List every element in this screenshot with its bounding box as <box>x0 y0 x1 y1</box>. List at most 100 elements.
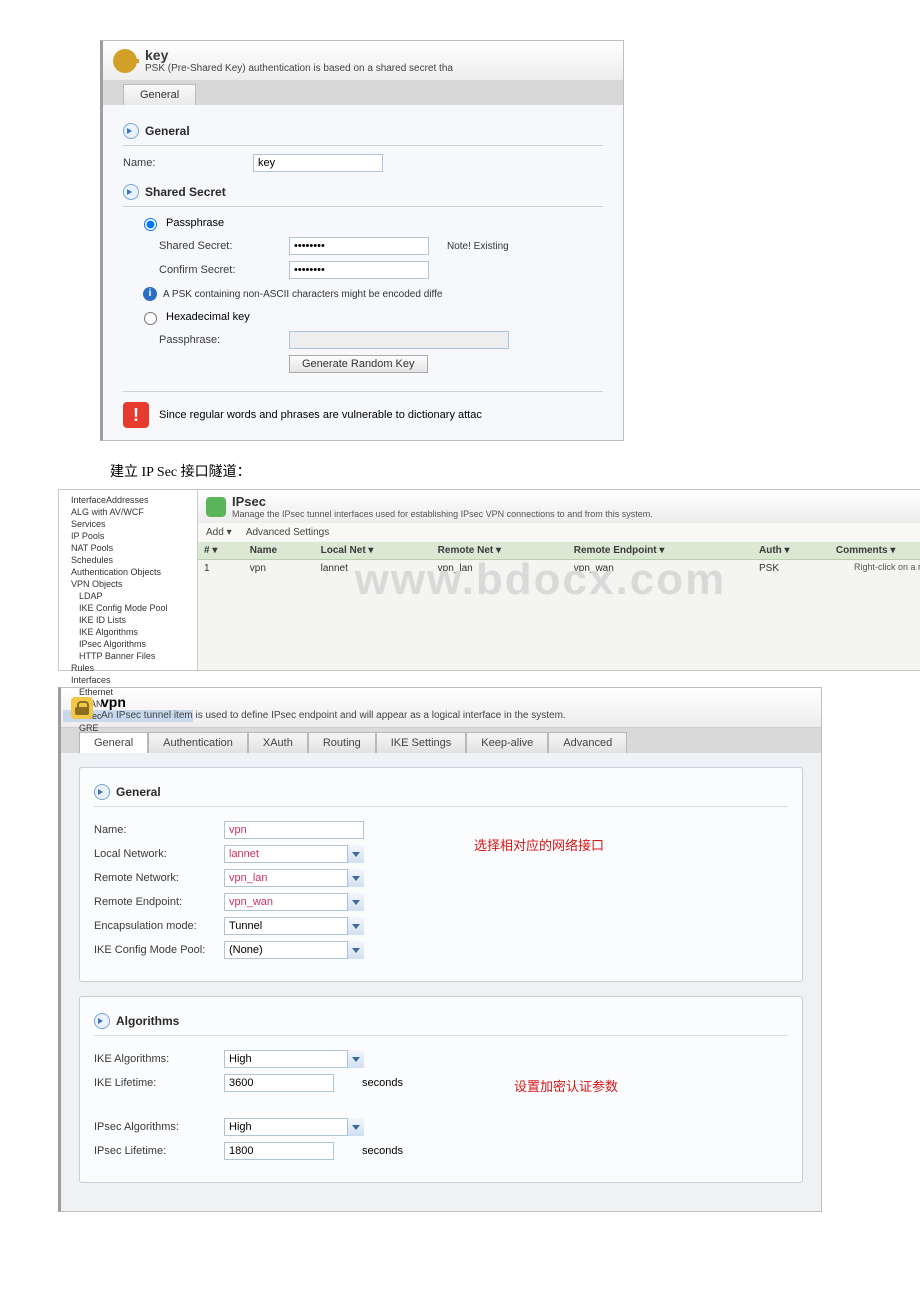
tab-ike-settings[interactable]: IKE Settings <box>376 732 467 753</box>
tree-item[interactable]: NAT Pools <box>63 542 193 554</box>
ipsec-subtitle: Manage the IPsec tunnel interfaces used … <box>232 509 653 519</box>
col-local[interactable]: Local Net ▾ <box>315 542 432 560</box>
nav-tree[interactable]: InterfaceAddresses ALG with AV/WCF Servi… <box>59 490 198 670</box>
cell-local: lannet <box>315 560 432 578</box>
lock-icon <box>71 697 93 719</box>
tree-item[interactable]: IPsec Algorithms <box>63 638 193 650</box>
chevron-down-icon[interactable] <box>347 1118 364 1136</box>
ipsec-icon <box>206 497 226 517</box>
col-remote-ep[interactable]: Remote Endpoint ▾ <box>568 542 753 560</box>
cell-remote-net: vpn_lan <box>432 560 568 578</box>
tree-item[interactable]: VPN Objects <box>63 578 193 590</box>
section-vpn-general-label: General <box>116 785 161 799</box>
vpn-name-input[interactable] <box>224 821 364 839</box>
tree-item[interactable]: Interfaces <box>63 674 193 686</box>
tab-advanced[interactable]: Advanced <box>548 732 627 753</box>
tree-item[interactable]: HTTP Banner Files <box>63 650 193 662</box>
passphrase-label: Passphrase: <box>159 334 289 346</box>
section-general-label: General <box>145 124 190 138</box>
arrow-icon <box>94 784 110 800</box>
remote-ep-select[interactable] <box>224 893 364 911</box>
tree-item[interactable]: Rules <box>63 662 193 674</box>
cell-remote-ep: vpn_wan <box>568 560 753 578</box>
vpn-title: vpn <box>101 694 566 710</box>
tree-item[interactable]: IKE Config Mode Pool <box>63 602 193 614</box>
arrow-icon <box>94 1013 110 1029</box>
radio-passphrase[interactable] <box>144 218 157 231</box>
tab-general[interactable]: General <box>79 732 148 753</box>
ike-pool-label: IKE Config Mode Pool: <box>94 944 224 956</box>
ike-algo-label: IKE Algorithms: <box>94 1053 224 1065</box>
vpn-subtitle: An IPsec tunnel item is used to define I… <box>101 710 566 721</box>
vpn-name-label: Name: <box>94 824 224 836</box>
advanced-settings-button[interactable]: Advanced Settings <box>246 527 329 538</box>
warning-text: Since regular words and phrases are vuln… <box>159 409 482 421</box>
ike-life-label: IKE Lifetime: <box>94 1077 224 1089</box>
chevron-down-icon[interactable] <box>347 941 364 959</box>
existing-note: Note! Existing <box>447 241 509 252</box>
cell-num: 1 <box>198 560 244 578</box>
section-algorithms: Algorithms <box>94 1007 788 1036</box>
radio-hex[interactable] <box>144 312 157 325</box>
ike-pool-select[interactable] <box>224 941 364 959</box>
generate-key-button[interactable]: Generate Random Key <box>289 355 428 373</box>
tree-item[interactable]: Services <box>63 518 193 530</box>
ascii-note: A PSK containing non-ASCII characters mi… <box>163 289 442 300</box>
cn-text-1: 建立 IP Sec 接口隧道： <box>110 461 920 481</box>
confirm-secret-label: Confirm Secret: <box>159 264 289 276</box>
tree-item[interactable]: IKE ID Lists <box>63 614 193 626</box>
section-algo-label: Algorithms <box>116 1014 179 1028</box>
red-note-interface: 选择相对应的网络接口 <box>474 835 788 854</box>
name-input[interactable] <box>253 154 383 172</box>
section-general: General <box>123 117 603 146</box>
ipsec-algo-label: IPsec Algorithms: <box>94 1121 224 1133</box>
add-button[interactable]: Add ▾ <box>206 527 232 538</box>
tree-item[interactable]: LDAP <box>63 590 193 602</box>
cell-name: vpn <box>244 560 315 578</box>
name-label: Name: <box>123 157 253 169</box>
chevron-down-icon[interactable] <box>347 845 364 863</box>
ipsec-algo-select[interactable] <box>224 1118 364 1136</box>
local-net-select[interactable] <box>224 845 364 863</box>
encap-label: Encapsulation mode: <box>94 920 224 932</box>
tree-item[interactable]: InterfaceAddresses <box>63 494 193 506</box>
chevron-down-icon[interactable] <box>347 869 364 887</box>
tab-authentication[interactable]: Authentication <box>148 732 248 753</box>
key-title: key <box>145 47 453 63</box>
chevron-down-icon[interactable] <box>347 917 364 935</box>
encap-select[interactable] <box>224 917 364 935</box>
ipsec-title: IPsec <box>232 494 653 509</box>
ipsec-life-input[interactable] <box>224 1142 334 1160</box>
section-secret: Shared Secret <box>123 178 603 207</box>
col-comments[interactable]: Comments ▾ <box>830 542 920 560</box>
ike-life-input[interactable] <box>224 1074 334 1092</box>
ike-algo-select[interactable] <box>224 1050 364 1068</box>
tree-item[interactable]: Authentication Objects <box>63 566 193 578</box>
info-icon: i <box>143 287 157 301</box>
warning-icon: ! <box>123 402 149 428</box>
tab-routing[interactable]: Routing <box>308 732 376 753</box>
col-num[interactable]: # ▾ <box>198 542 244 560</box>
remote-ep-label: Remote Endpoint: <box>94 896 224 908</box>
tab-keep-alive[interactable]: Keep-alive <box>466 732 548 753</box>
key-icon <box>113 49 137 73</box>
col-name[interactable]: Name <box>244 542 315 560</box>
tree-item[interactable]: IP Pools <box>63 530 193 542</box>
cell-auth: PSK <box>753 560 830 578</box>
chevron-down-icon[interactable] <box>347 893 364 911</box>
confirm-secret-input[interactable] <box>289 261 429 279</box>
tab-xauth[interactable]: XAuth <box>248 732 308 753</box>
tree-item[interactable]: Schedules <box>63 554 193 566</box>
radio-pass-label: Passphrase <box>166 217 224 229</box>
chevron-down-icon[interactable] <box>347 1050 364 1068</box>
remote-net-select[interactable] <box>224 869 364 887</box>
tree-item[interactable]: ALG with AV/WCF <box>63 506 193 518</box>
table-row[interactable]: 1 vpn lannet vpn_lan vpn_wan PSK <box>198 560 920 578</box>
radio-hex-label: Hexadecimal key <box>166 311 250 323</box>
local-net-label: Local Network: <box>94 848 224 860</box>
tab-general[interactable]: General <box>123 84 196 105</box>
col-remote-net[interactable]: Remote Net ▾ <box>432 542 568 560</box>
col-auth[interactable]: Auth ▾ <box>753 542 830 560</box>
shared-secret-input[interactable] <box>289 237 429 255</box>
tree-item[interactable]: IKE Algorithms <box>63 626 193 638</box>
